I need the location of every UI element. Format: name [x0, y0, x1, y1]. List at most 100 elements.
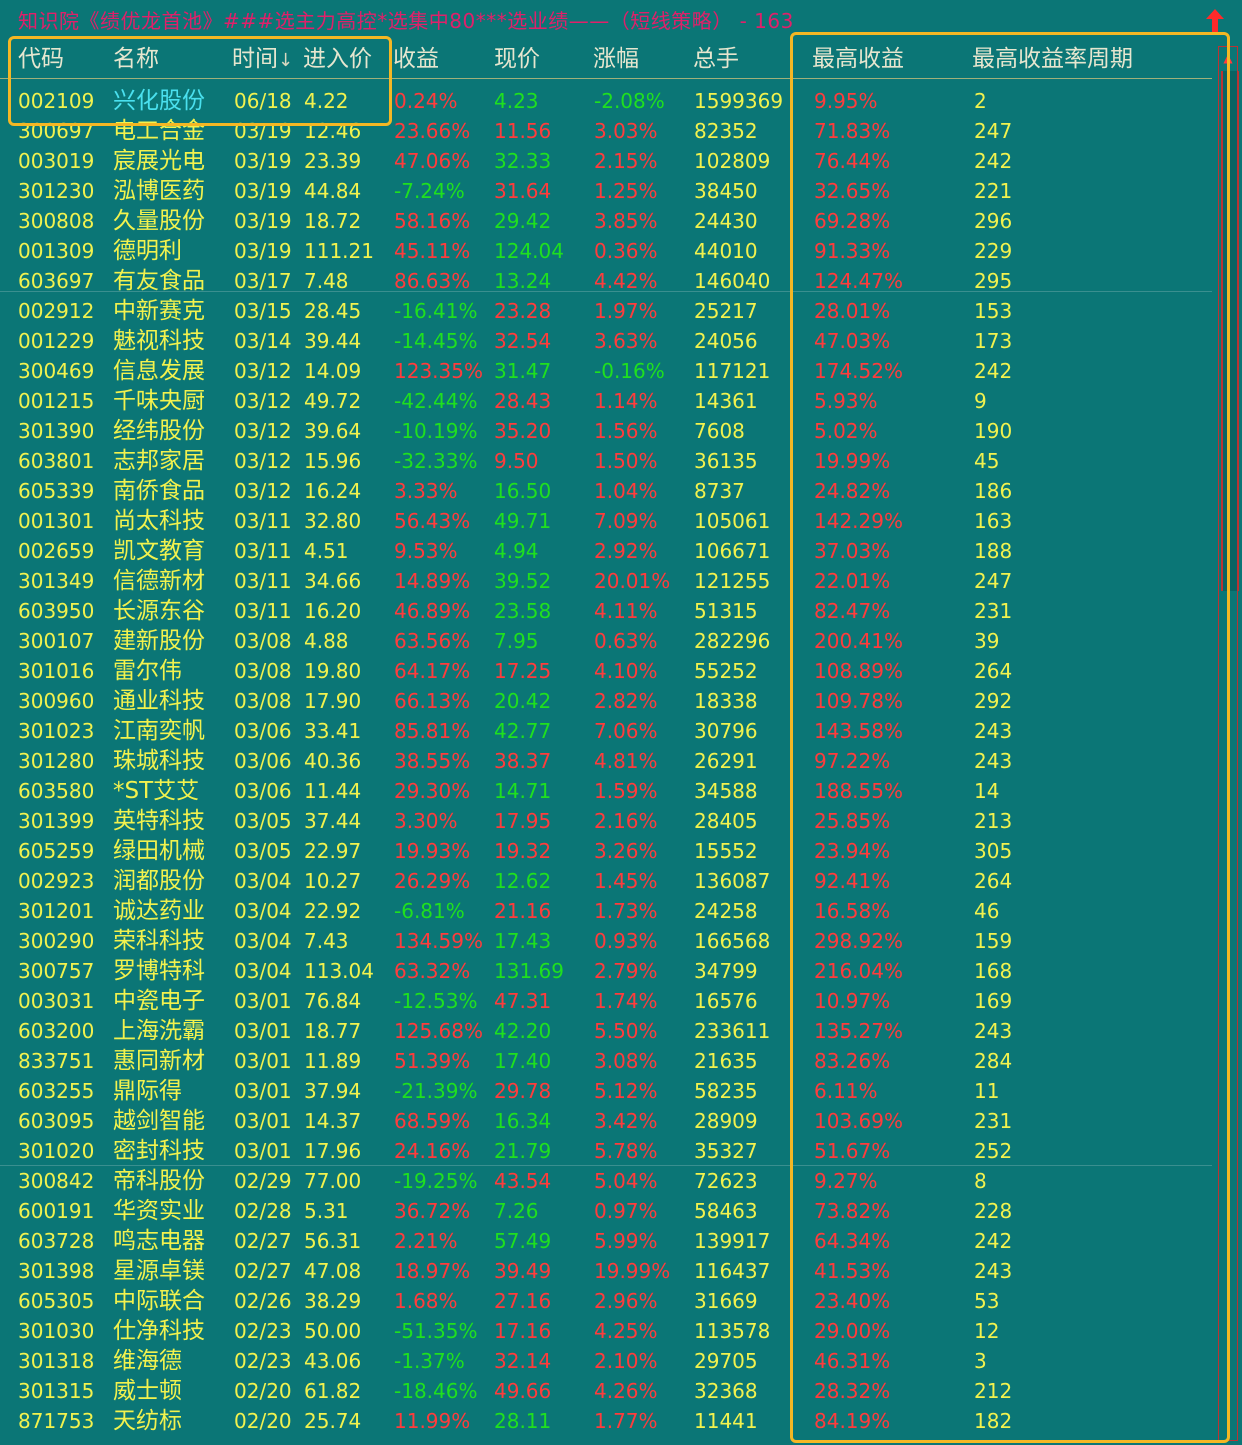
table-row[interactable]: 301399 英特科技 03/05 37.44 3.30% 17.95 2.16% 28405… — [0, 806, 1212, 836]
table-row[interactable]: 300960 通业科技 03/08 17.90 66.13% 20.42 2.82% 1833… — [0, 686, 1212, 716]
cell-change: 7.06% — [594, 719, 658, 743]
table-row[interactable]: 300757 罗博特科 03/04 113.04 63.32% 131.69 2.79% 34… — [0, 956, 1212, 986]
cell-time: 03/01 — [234, 1019, 292, 1043]
cell-entry-price: 37.44 — [304, 809, 362, 833]
table-row[interactable]: 871753 天纺标 02/20 25.74 11.99% 28.11 1.77% 11441… — [0, 1406, 1212, 1436]
table-row[interactable]: 603728 鸣志电器 02/27 56.31 2.21% 57.49 5.99% 13991… — [0, 1226, 1212, 1256]
cell-price: 17.25 — [494, 659, 552, 683]
cell-volume: 18338 — [694, 689, 758, 713]
cell-entry-price: 37.94 — [304, 1079, 362, 1103]
table-row[interactable]: 600191 华资实业 02/28 5.31 36.72% 7.26 0.97% 58463 7… — [0, 1196, 1212, 1226]
table-row[interactable]: 605339 南侨食品 03/12 16.24 3.33% 16.50 1.04% 8737 2… — [0, 476, 1212, 506]
table-row[interactable]: 603095 越剑智能 03/01 14.37 68.59% 16.34 3.42% 2890… — [0, 1106, 1212, 1136]
cell-max-gain-period: 243 — [974, 749, 1013, 773]
table-row[interactable]: 833751 惠同新材 03/01 11.89 51.39% 17.40 3.08% 2163… — [0, 1046, 1212, 1076]
column-header-change[interactable]: 涨幅 — [593, 45, 639, 73]
table-row[interactable]: 300808 久量股份 03/19 18.72 58.16% 29.42 3.85% 2443… — [0, 206, 1212, 236]
cell-volume: 117121 — [694, 359, 771, 383]
table-row[interactable]: 003031 中瓷电子 03/01 76.84 -12.53% 47.31 1.74% 165… — [0, 986, 1212, 1016]
table-row[interactable]: 300842 帝科股份 02/29 77.00 -19.25% 43.54 5.04% 726… — [0, 1166, 1212, 1196]
cell-entry-price: 39.44 — [304, 329, 362, 353]
cell-change: 1.50% — [594, 449, 658, 473]
cell-entry-price: 43.06 — [304, 1349, 362, 1373]
cell-change: 0.97% — [594, 1199, 658, 1223]
cell-code: 003031 — [18, 989, 95, 1013]
table-row[interactable]: 301280 珠城科技 03/06 40.36 38.55% 38.37 4.81% 2629… — [0, 746, 1212, 776]
table-row[interactable]: 001215 千味央厨 03/12 49.72 -42.44% 28.43 1.14% 143… — [0, 386, 1212, 416]
table-row[interactable]: 002659 凯文教育 03/11 4.51 9.53% 4.94 2.92% 106671 3… — [0, 536, 1212, 566]
cell-entry-price: 111.21 — [304, 239, 374, 263]
column-header-gain[interactable]: 收益 — [393, 45, 439, 73]
table-row[interactable]: 001309 德明利 03/19 111.21 45.11% 124.04 0.36% 440… — [0, 236, 1212, 266]
cell-volume: 1599369 — [694, 89, 784, 113]
column-header-name[interactable]: 名称 — [113, 45, 159, 73]
table-row[interactable]: 003019 宸展光电 03/19 23.39 47.06% 32.33 2.15% 1028… — [0, 146, 1212, 176]
column-header-max-gain-period[interactable]: 最高收益率周期 — [972, 45, 1133, 73]
cell-volume: 106671 — [694, 539, 771, 563]
cell-time: 03/04 — [234, 899, 292, 923]
table-row[interactable]: 301023 江南奕帆 03/06 33.41 85.81% 42.77 7.06% 3079… — [0, 716, 1212, 746]
table-row[interactable]: 301390 经纬股份 03/12 39.64 -10.19% 35.20 1.56% 760… — [0, 416, 1212, 446]
cell-entry-price: 38.29 — [304, 1289, 362, 1313]
table-row[interactable]: 603200 上海洗霸 03/01 18.77 125.68% 42.20 5.50% 233… — [0, 1016, 1212, 1046]
cell-price: 35.20 — [494, 419, 552, 443]
table-row[interactable]: 605305 中际联合 02/26 38.29 1.68% 27.16 2.96% 31669… — [0, 1286, 1212, 1316]
table-row[interactable]: 300290 荣科科技 03/04 7.43 134.59% 17.43 0.93% 1665… — [0, 926, 1212, 956]
cell-gain: -21.39% — [394, 1079, 478, 1103]
table-row[interactable]: 301016 雷尔伟 03/08 19.80 64.17% 17.25 4.10% 55252… — [0, 656, 1212, 686]
cell-price: 9.50 — [494, 449, 539, 473]
cell-price: 32.33 — [494, 149, 552, 173]
table-row[interactable]: 002109 兴化股份 06/18 4.22 0.24% 4.23 -2.08% 159936… — [0, 86, 1212, 116]
up-arrow-icon[interactable] — [1204, 8, 1226, 32]
cell-max-gain: 19.99% — [814, 449, 891, 473]
table-row[interactable]: 001301 尚太科技 03/11 32.80 56.43% 49.71 7.09% 1050… — [0, 506, 1212, 536]
table-row[interactable]: 301030 仕净科技 02/23 50.00 -51.35% 17.16 4.25% 113… — [0, 1316, 1212, 1346]
table-row[interactable]: 002912 中新赛克 03/15 28.45 -16.41% 23.28 1.97% 252… — [0, 296, 1212, 326]
cell-name: 惠同新材 — [113, 1048, 205, 1074]
cell-max-gain-period: 247 — [974, 119, 1013, 143]
cell-entry-price: 25.74 — [304, 1409, 362, 1433]
cell-max-gain-period: 264 — [974, 659, 1013, 683]
cell-max-gain-period: 231 — [974, 599, 1013, 623]
table-row[interactable]: 605259 绿田机械 03/05 22.97 19.93% 19.32 3.26% 1555… — [0, 836, 1212, 866]
cell-max-gain-period: 190 — [974, 419, 1013, 443]
table-row[interactable]: 603255 鼎际得 03/01 37.94 -21.39% 29.78 5.12% 5823… — [0, 1076, 1212, 1106]
scroll-up-arrow-icon[interactable]: ▲ — [1221, 49, 1235, 67]
column-header-time[interactable]: 时间↓ — [232, 45, 293, 75]
cell-gain: 24.16% — [394, 1139, 471, 1163]
cell-max-gain-period: 296 — [974, 209, 1013, 233]
cell-max-gain-period: 242 — [974, 149, 1013, 173]
column-header-code[interactable]: 代码 — [18, 45, 64, 73]
scrollbar-thumb[interactable] — [1221, 71, 1239, 591]
table-row[interactable]: 301201 诚达药业 03/04 22.92 -6.81% 21.16 1.73% 2425… — [0, 896, 1212, 926]
cell-volume: 29705 — [694, 1349, 758, 1373]
cell-name: 威士顿 — [113, 1378, 182, 1404]
cell-change: 3.03% — [594, 119, 658, 143]
table-row[interactable]: 603801 志邦家居 03/12 15.96 -32.33% 9.50 1.50% 3613… — [0, 446, 1212, 476]
column-header-price[interactable]: 现价 — [494, 45, 540, 73]
table-row[interactable]: 301349 信德新材 03/11 34.66 14.89% 39.52 20.01% 121… — [0, 566, 1212, 596]
cell-code: 301318 — [18, 1349, 95, 1373]
table-row[interactable]: 301318 维海德 02/23 43.06 -1.37% 32.14 2.10% 29705… — [0, 1346, 1212, 1376]
cell-change: 5.50% — [594, 1019, 658, 1043]
table-row[interactable]: 301020 密封科技 03/01 17.96 24.16% 21.79 5.78% 3532… — [0, 1136, 1212, 1166]
table-row[interactable]: 301230 泓博医药 03/19 44.84 -7.24% 31.64 1.25% 3845… — [0, 176, 1212, 206]
table-row[interactable]: 301315 威士顿 02/20 61.82 -18.46% 49.66 4.26% 3236… — [0, 1376, 1212, 1406]
table-row[interactable]: 603950 长源东谷 03/11 16.20 46.89% 23.58 4.11% 5131… — [0, 596, 1212, 626]
column-header-entry-price[interactable]: 进入价 — [303, 45, 372, 73]
table-row[interactable]: 301398 星源卓镁 02/27 47.08 18.97% 39.49 19.99% 116… — [0, 1256, 1212, 1286]
table-row[interactable]: 603580 *ST艾艾 03/06 11.44 29.30% 14.71 1.59% 345… — [0, 776, 1212, 806]
column-header-max-gain[interactable]: 最高收益 — [812, 45, 904, 73]
cell-time: 03/06 — [234, 719, 292, 743]
table-row[interactable]: 300469 信息发展 03/12 14.09 123.35% 31.47 -0.16% 11… — [0, 356, 1212, 386]
column-header-volume[interactable]: 总手 — [693, 45, 739, 73]
table-row[interactable]: 300107 建新股份 03/08 4.88 63.56% 7.95 0.63% 282296… — [0, 626, 1212, 656]
scrollbar-track[interactable]: ▲ — [1218, 46, 1239, 1441]
table-row[interactable]: 300697 电工合金 03/19 12.46 23.66% 11.56 3.03% 8235… — [0, 116, 1212, 146]
table-row[interactable]: 001229 魅视科技 03/14 39.44 -14.45% 32.54 3.63% 240… — [0, 326, 1212, 356]
cell-name: 宸展光电 — [113, 148, 205, 174]
table-row[interactable]: 002923 润都股份 03/04 10.27 26.29% 12.62 1.45% 1360… — [0, 866, 1212, 896]
cell-code: 301280 — [18, 749, 95, 773]
vertical-scrollbar[interactable]: ▲ — [1212, 40, 1242, 1445]
cell-max-gain: 188.55% — [814, 779, 903, 803]
